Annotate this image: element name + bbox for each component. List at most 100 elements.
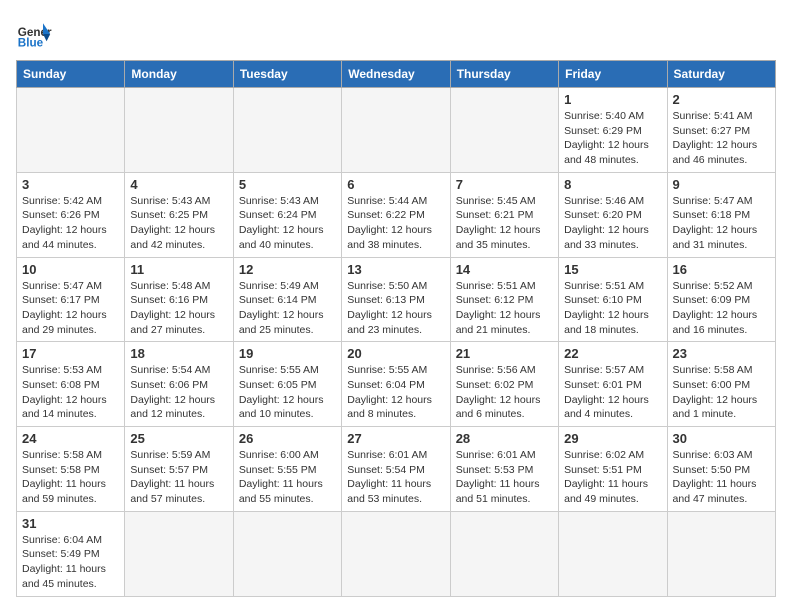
day-info: Sunrise: 5:55 AM Sunset: 6:05 PM Dayligh… (239, 363, 336, 422)
calendar-cell (667, 511, 775, 596)
day-info: Sunrise: 5:50 AM Sunset: 6:13 PM Dayligh… (347, 279, 444, 338)
calendar-cell: 10 Sunrise: 5:47 AM Sunset: 6:17 PM Dayli… (17, 257, 125, 342)
weekday-header-thursday: Thursday (450, 61, 558, 88)
day-number: 18 (130, 346, 227, 361)
calendar-cell: 4 Sunrise: 5:43 AM Sunset: 6:25 PM Daylig… (125, 172, 233, 257)
weekday-header-friday: Friday (559, 61, 667, 88)
calendar-week-4: 17Sunrise: 5:53 AM Sunset: 6:08 PM Dayli… (17, 342, 776, 427)
svg-text:Blue: Blue (18, 37, 44, 50)
day-info: Sunrise: 6:04 AM Sunset: 5:49 PM Dayligh… (22, 533, 119, 592)
day-number: 16 (673, 262, 770, 277)
day-info: Sunrise: 5:57 AM Sunset: 6:01 PM Dayligh… (564, 363, 661, 422)
day-info: Sunrise: 5:52 AM Sunset: 6:09 PM Dayligh… (673, 279, 770, 338)
day-number: 8 (564, 177, 661, 192)
day-number: 31 (22, 516, 119, 531)
day-info: Sunrise: 6:03 AM Sunset: 5:50 PM Dayligh… (673, 448, 770, 507)
calendar-cell: 1Sunrise: 5:40 AM Sunset: 6:29 PM Daylig… (559, 88, 667, 173)
day-info: Sunrise: 5:54 AM Sunset: 6:06 PM Dayligh… (130, 363, 227, 422)
day-number: 29 (564, 431, 661, 446)
calendar-cell: 23Sunrise: 5:58 AM Sunset: 6:00 PM Dayli… (667, 342, 775, 427)
calendar-cell: 14 Sunrise: 5:51 AM Sunset: 6:12 PM Dayli… (450, 257, 558, 342)
day-number: 17 (22, 346, 119, 361)
calendar-week-2: 3 Sunrise: 5:42 AM Sunset: 6:26 PM Daylig… (17, 172, 776, 257)
day-number: 4 (130, 177, 227, 192)
day-info: Sunrise: 5:51 AM Sunset: 6:12 PM Dayligh… (456, 279, 553, 338)
day-info: Sunrise: 5:42 AM Sunset: 6:26 PM Dayligh… (22, 194, 119, 253)
calendar-cell: 22 Sunrise: 5:57 AM Sunset: 6:01 PM Dayli… (559, 342, 667, 427)
calendar-cell (233, 88, 341, 173)
calendar-week-6: 31 Sunrise: 6:04 AM Sunset: 5:49 PM Dayli… (17, 511, 776, 596)
day-info: Sunrise: 5:47 AM Sunset: 6:18 PM Dayligh… (673, 194, 770, 253)
calendar-table: SundayMondayTuesdayWednesdayThursdayFrid… (16, 60, 776, 597)
calendar-cell: 3 Sunrise: 5:42 AM Sunset: 6:26 PM Daylig… (17, 172, 125, 257)
day-number: 3 (22, 177, 119, 192)
day-info: Sunrise: 5:45 AM Sunset: 6:21 PM Dayligh… (456, 194, 553, 253)
logo-icon: General Blue (16, 16, 52, 52)
day-info: Sunrise: 5:59 AM Sunset: 5:57 PM Dayligh… (130, 448, 227, 507)
day-info: Sunrise: 6:00 AM Sunset: 5:55 PM Dayligh… (239, 448, 336, 507)
day-info: Sunrise: 5:41 AM Sunset: 6:27 PM Dayligh… (673, 109, 770, 168)
day-number: 9 (673, 177, 770, 192)
calendar-cell: 16 Sunrise: 5:52 AM Sunset: 6:09 PM Dayli… (667, 257, 775, 342)
calendar-cell: 17Sunrise: 5:53 AM Sunset: 6:08 PM Dayli… (17, 342, 125, 427)
calendar-cell (559, 511, 667, 596)
calendar-week-1: 1Sunrise: 5:40 AM Sunset: 6:29 PM Daylig… (17, 88, 776, 173)
calendar-cell: 7Sunrise: 5:45 AM Sunset: 6:21 PM Daylig… (450, 172, 558, 257)
calendar-cell (342, 511, 450, 596)
weekday-header-saturday: Saturday (667, 61, 775, 88)
weekday-header-sunday: Sunday (17, 61, 125, 88)
day-info: Sunrise: 6:02 AM Sunset: 5:51 PM Dayligh… (564, 448, 661, 507)
day-info: Sunrise: 5:44 AM Sunset: 6:22 PM Dayligh… (347, 194, 444, 253)
calendar-cell: 11Sunrise: 5:48 AM Sunset: 6:16 PM Dayli… (125, 257, 233, 342)
day-info: Sunrise: 5:40 AM Sunset: 6:29 PM Dayligh… (564, 109, 661, 168)
calendar-cell: 20Sunrise: 5:55 AM Sunset: 6:04 PM Dayli… (342, 342, 450, 427)
day-number: 19 (239, 346, 336, 361)
calendar-cell (125, 88, 233, 173)
calendar-cell: 18 Sunrise: 5:54 AM Sunset: 6:06 PM Dayli… (125, 342, 233, 427)
calendar-cell: 8 Sunrise: 5:46 AM Sunset: 6:20 PM Daylig… (559, 172, 667, 257)
day-number: 21 (456, 346, 553, 361)
calendar-cell (233, 511, 341, 596)
day-info: Sunrise: 5:49 AM Sunset: 6:14 PM Dayligh… (239, 279, 336, 338)
day-number: 15 (564, 262, 661, 277)
day-number: 22 (564, 346, 661, 361)
day-number: 6 (347, 177, 444, 192)
calendar-cell (342, 88, 450, 173)
day-info: Sunrise: 5:46 AM Sunset: 6:20 PM Dayligh… (564, 194, 661, 253)
day-info: Sunrise: 5:47 AM Sunset: 6:17 PM Dayligh… (22, 279, 119, 338)
day-number: 10 (22, 262, 119, 277)
day-number: 13 (347, 262, 444, 277)
calendar-cell: 26 Sunrise: 6:00 AM Sunset: 5:55 PM Dayli… (233, 427, 341, 512)
day-number: 11 (130, 262, 227, 277)
day-number: 12 (239, 262, 336, 277)
calendar-cell: 31 Sunrise: 6:04 AM Sunset: 5:49 PM Dayli… (17, 511, 125, 596)
calendar-cell: 19 Sunrise: 5:55 AM Sunset: 6:05 PM Dayli… (233, 342, 341, 427)
day-info: Sunrise: 5:43 AM Sunset: 6:24 PM Dayligh… (239, 194, 336, 253)
weekday-header-monday: Monday (125, 61, 233, 88)
day-number: 25 (130, 431, 227, 446)
calendar-cell: 29 Sunrise: 6:02 AM Sunset: 5:51 PM Dayli… (559, 427, 667, 512)
weekday-header-row: SundayMondayTuesdayWednesdayThursdayFrid… (17, 61, 776, 88)
day-info: Sunrise: 5:58 AM Sunset: 5:58 PM Dayligh… (22, 448, 119, 507)
calendar-cell: 6 Sunrise: 5:44 AM Sunset: 6:22 PM Daylig… (342, 172, 450, 257)
calendar-cell (450, 511, 558, 596)
day-info: Sunrise: 6:01 AM Sunset: 5:54 PM Dayligh… (347, 448, 444, 507)
calendar-cell: 27Sunrise: 6:01 AM Sunset: 5:54 PM Dayli… (342, 427, 450, 512)
day-number: 5 (239, 177, 336, 192)
day-number: 20 (347, 346, 444, 361)
calendar-cell: 30 Sunrise: 6:03 AM Sunset: 5:50 PM Dayli… (667, 427, 775, 512)
day-info: Sunrise: 5:43 AM Sunset: 6:25 PM Dayligh… (130, 194, 227, 253)
day-number: 28 (456, 431, 553, 446)
calendar-cell: 28Sunrise: 6:01 AM Sunset: 5:53 PM Dayli… (450, 427, 558, 512)
calendar-cell (17, 88, 125, 173)
calendar-cell: 12 Sunrise: 5:49 AM Sunset: 6:14 PM Dayli… (233, 257, 341, 342)
day-number: 26 (239, 431, 336, 446)
calendar-cell: 2 Sunrise: 5:41 AM Sunset: 6:27 PM Daylig… (667, 88, 775, 173)
day-number: 23 (673, 346, 770, 361)
day-number: 2 (673, 92, 770, 107)
day-number: 30 (673, 431, 770, 446)
calendar-cell: 24Sunrise: 5:58 AM Sunset: 5:58 PM Dayli… (17, 427, 125, 512)
day-info: Sunrise: 5:51 AM Sunset: 6:10 PM Dayligh… (564, 279, 661, 338)
calendar-cell: 21Sunrise: 5:56 AM Sunset: 6:02 PM Dayli… (450, 342, 558, 427)
day-number: 14 (456, 262, 553, 277)
